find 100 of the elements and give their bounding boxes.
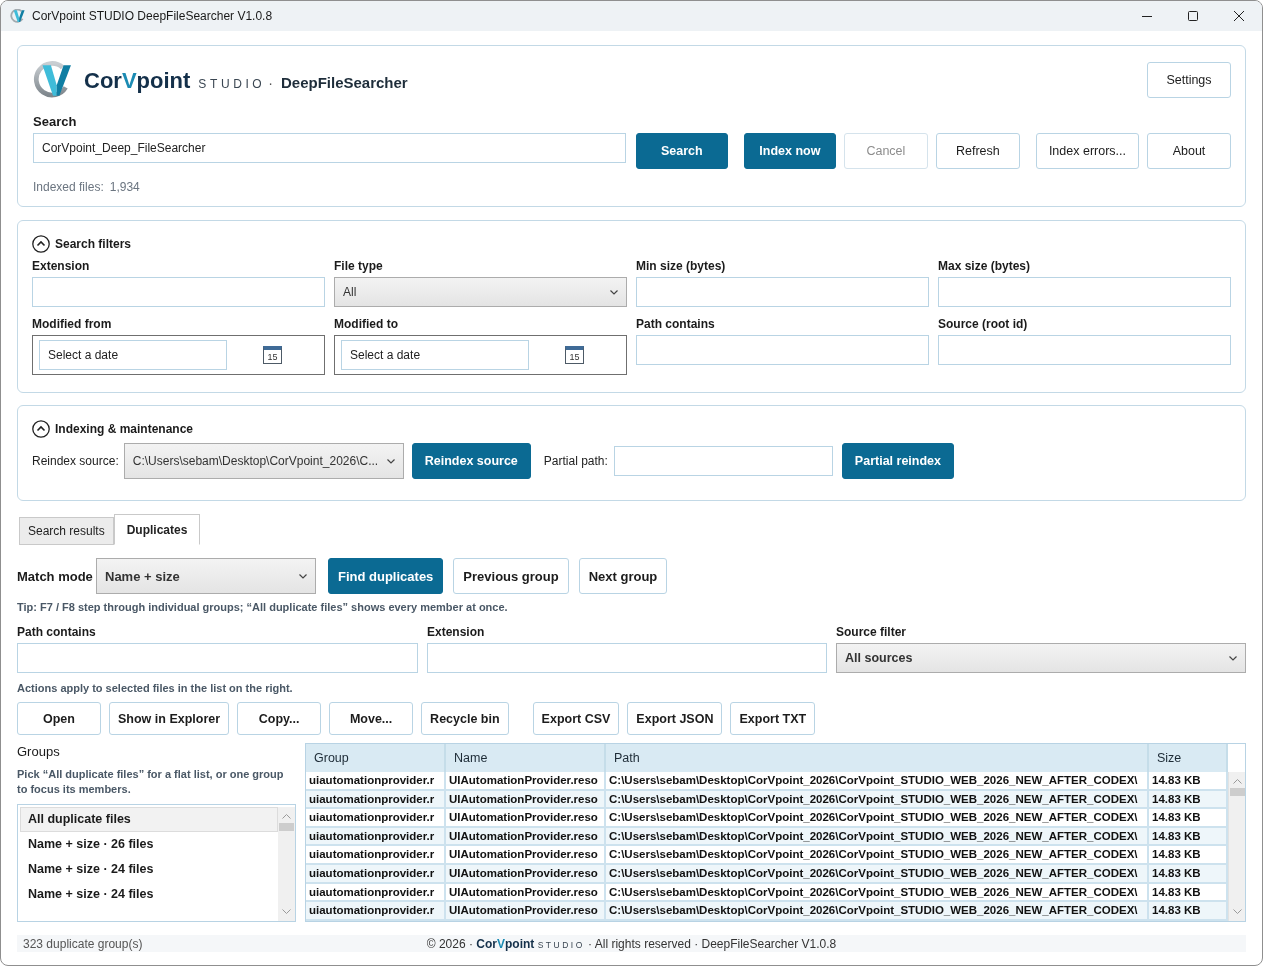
group-item[interactable]: Name + size · 26 files [20, 832, 278, 857]
text-field[interactable] [636, 277, 929, 307]
column-header[interactable]: Group [306, 744, 446, 772]
section-title: Indexing & maintenance [55, 422, 194, 436]
chevron-down-icon[interactable] [282, 909, 291, 914]
field-label: Reindex source: [32, 454, 119, 468]
chevron-up-icon[interactable] [282, 814, 291, 819]
table-cell: UIAutomationProvider.reso [446, 902, 606, 921]
date-field[interactable]: Select a date [39, 340, 227, 370]
secondary-button[interactable]: Next group [578, 558, 668, 594]
text-field[interactable] [17, 643, 418, 673]
table-cell: uiautomationprovider.r [306, 864, 446, 884]
date-picker[interactable]: Select a date 15 [334, 335, 627, 375]
maximize-icon[interactable] [1188, 11, 1198, 21]
field-label: Source (root id) [938, 317, 1029, 331]
text-field[interactable] [613, 446, 833, 476]
action-button[interactable]: Export CSV [532, 702, 620, 735]
settings-button[interactable]: Settings [1147, 62, 1231, 98]
group-item[interactable]: All duplicate files [20, 807, 278, 832]
copyright-text: © 2026 · CorVpoint STUDIO · All rights reserved · DeepFileSearcher V1.0.8 [426, 936, 837, 951]
text-field[interactable] [938, 277, 1231, 307]
field-label: Path contains [17, 625, 97, 639]
minimize-icon[interactable] [1142, 15, 1152, 17]
field-label: Extension [427, 625, 486, 639]
field-label: Match mode [17, 568, 94, 584]
separator-dot: · [268, 75, 273, 91]
table-cell: UIAutomationProvider.reso [446, 827, 606, 847]
primary-button[interactable]: Reindex source [411, 443, 531, 479]
chevron-down-icon[interactable] [1232, 909, 1242, 914]
action-button[interactable]: Show in Explorer [109, 702, 230, 735]
chevron-up-icon[interactable] [1232, 779, 1242, 784]
action-button[interactable]: Recycle bin [421, 702, 509, 735]
table-cell: UIAutomationProvider.reso [446, 864, 606, 884]
groups-title: Groups [17, 744, 60, 760]
column-header[interactable]: Path [606, 744, 1149, 772]
column-header[interactable]: Size [1149, 744, 1228, 772]
caret-icon [386, 458, 395, 464]
secondary-button[interactable]: Previous group [453, 558, 569, 594]
caret-icon [299, 573, 307, 579]
secondary-button[interactable]: Refresh [935, 133, 1020, 169]
text-field[interactable] [636, 335, 929, 365]
scroll-thumb[interactable] [279, 823, 294, 831]
column-header[interactable]: Name [446, 744, 606, 772]
scrollbar[interactable] [1228, 772, 1245, 921]
tab[interactable]: Duplicates [113, 514, 201, 545]
action-button[interactable]: Copy... [237, 702, 322, 735]
dropdown[interactable]: All sources [836, 643, 1246, 673]
indexed-files-label: Indexed files: [33, 180, 104, 195]
secondary-button[interactable]: About [1147, 133, 1231, 169]
tab[interactable]: Search results [19, 517, 114, 545]
group-item[interactable]: Name + size · 24 files [20, 857, 278, 882]
table-cell: C:\Users\sebam\Desktop\CorVpoint_2026\CorVpoint_STUDIO_WEB_2026_NEW_AFTER_CODEX\ [606, 902, 1149, 921]
field-label: Partial path: [543, 454, 608, 468]
logo-icon [10, 9, 25, 23]
table-cell: uiautomationprovider.r [306, 790, 446, 810]
hint-text: Actions apply to selected files in the list on the right. [17, 682, 294, 695]
action-button[interactable]: Move... [329, 702, 414, 735]
action-button[interactable]: Export JSON [627, 702, 723, 735]
field-label: Path contains [636, 317, 716, 331]
field-label: File type [334, 259, 384, 273]
table-cell: uiautomationprovider.r [306, 827, 446, 847]
calendar-button[interactable]: 15 [565, 346, 584, 364]
field-label: Source filter [836, 625, 908, 639]
table-cell: uiautomationprovider.r [306, 902, 446, 921]
scrollbar[interactable] [278, 807, 295, 921]
table-cell: C:\Users\sebam\Desktop\CorVpoint_2026\CorVpoint_STUDIO_WEB_2026_NEW_AFTER_CODEX\ [606, 827, 1149, 847]
section-title: Search filters [55, 237, 132, 251]
action-button[interactable]: Open [17, 702, 101, 735]
text-field[interactable] [938, 335, 1231, 365]
dropdown[interactable]: All [334, 277, 627, 307]
group-item[interactable]: Name + size · 24 files [20, 882, 278, 907]
text-field[interactable] [32, 277, 325, 307]
caret-icon [1229, 655, 1237, 661]
table-cell: C:\Users\sebam\Desktop\CorVpoint_2026\CorVpoint_STUDIO_WEB_2026_NEW_AFTER_CODEX\ [606, 864, 1149, 884]
date-field[interactable]: Select a date [341, 340, 529, 370]
primary-button[interactable]: Find duplicates [328, 558, 444, 594]
caret-icon [610, 289, 618, 295]
primary-button[interactable]: Index now [743, 133, 836, 169]
scroll-thumb[interactable] [1229, 788, 1245, 796]
calendar-button[interactable]: 15 [263, 346, 282, 364]
circle-chevron-up-icon[interactable] [32, 420, 50, 438]
search-field[interactable]: CorVpoint_Deep_FileSearcher [33, 133, 626, 163]
field-label: Max size (bytes) [938, 259, 1032, 273]
table-cell: C:\Users\sebam\Desktop\CorVpoint_2026\CorVpoint_STUDIO_WEB_2026_NEW_AFTER_CODEX\ [606, 790, 1149, 810]
status-text: 323 duplicate group(s) [22, 936, 143, 951]
window-title: CorVpoint STUDIO DeepFileSearcher V1.0.8 [32, 9, 273, 23]
close-icon[interactable] [1234, 11, 1244, 21]
table-cell: UIAutomationProvider.reso [446, 790, 606, 810]
text-field[interactable] [427, 643, 827, 673]
date-picker[interactable]: Select a date 15 [32, 335, 325, 375]
brand-subtitle: STUDIO [198, 77, 266, 91]
logo-icon [33, 61, 72, 99]
circle-chevron-up-icon[interactable] [32, 235, 50, 253]
tip-text: Tip: F7 / F8 step through individual groups; “All duplicate files” shows every member at once. [17, 601, 509, 614]
primary-button[interactable]: Partial reindex [841, 443, 954, 479]
dropdown[interactable]: Name + size [96, 558, 316, 594]
secondary-button[interactable]: Index errors... [1035, 133, 1139, 169]
primary-button[interactable]: Search [635, 133, 728, 169]
dropdown[interactable]: C:\Users\sebam\Desktop\CorVpoint_2026\C... [123, 443, 404, 479]
action-button[interactable]: Export TXT [730, 702, 816, 735]
